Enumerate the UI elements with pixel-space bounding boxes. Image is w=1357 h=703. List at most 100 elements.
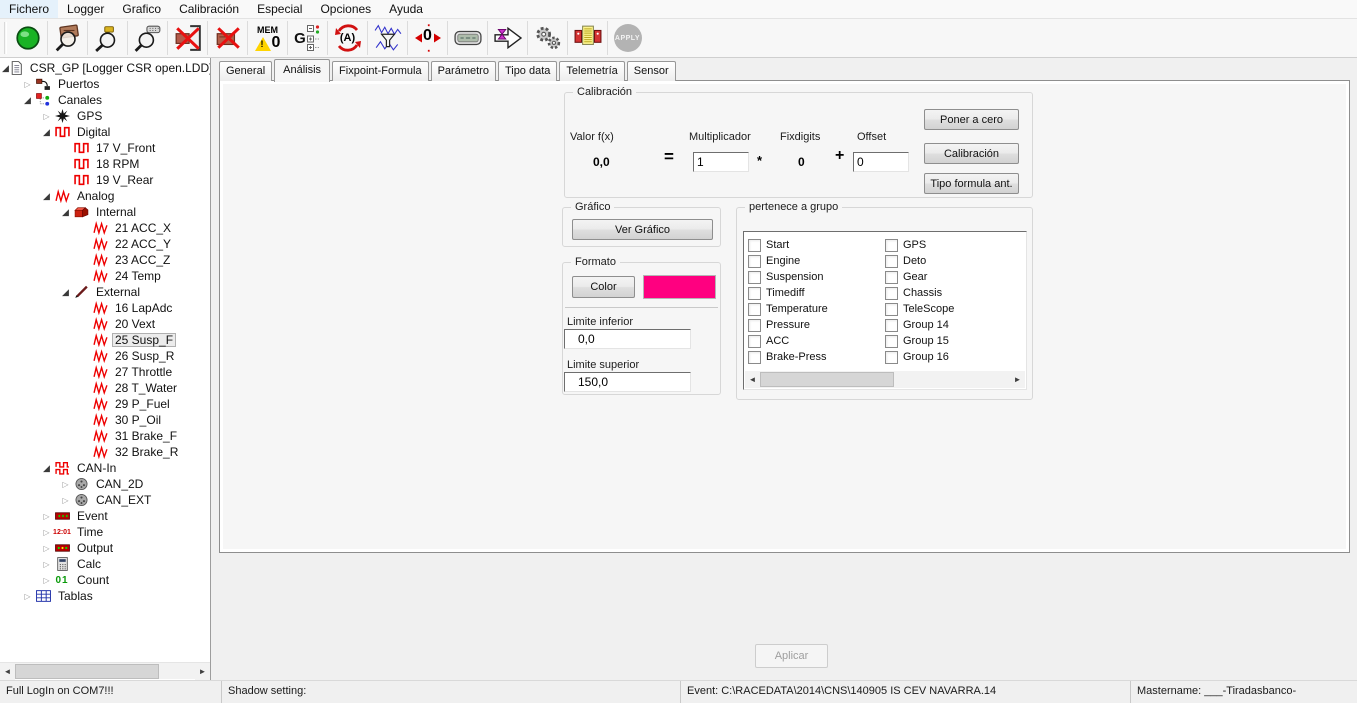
tree-item[interactable]: GPS — [0, 108, 210, 124]
scroll-right-arrow[interactable]: ► — [1010, 371, 1025, 388]
tree-item[interactable]: Calc — [0, 556, 210, 572]
scroll-thumb[interactable] — [15, 664, 159, 679]
menu-item[interactable]: Opciones — [311, 0, 380, 18]
search-settings-button[interactable] — [89, 20, 126, 56]
color-button[interactable]: Color — [572, 276, 635, 298]
checkbox[interactable] — [748, 287, 761, 300]
tree-expander[interactable] — [40, 460, 53, 476]
tree-item[interactable]: Internal — [0, 204, 210, 220]
tree-expander[interactable] — [40, 108, 53, 125]
connect-led-button[interactable] — [9, 20, 46, 56]
checkbox[interactable] — [748, 319, 761, 332]
menu-item[interactable]: Ayuda — [380, 0, 432, 18]
tree-item[interactable]: CAN_2D — [0, 476, 210, 492]
tree-item[interactable]: 24 Temp — [0, 268, 210, 284]
tree-expander[interactable] — [40, 556, 53, 573]
tree-item[interactable]: 21 ACC_X — [0, 220, 210, 236]
tree-item[interactable]: Digital — [0, 124, 210, 140]
menu-item[interactable]: Fichero — [0, 0, 58, 18]
tree-item[interactable]: Analog — [0, 188, 210, 204]
tree-expander[interactable] — [21, 92, 34, 108]
disconnect-logger-button[interactable] — [169, 20, 206, 56]
menu-item[interactable]: Calibración — [170, 0, 248, 18]
filter-signals-button[interactable] — [369, 20, 406, 56]
tree-item[interactable]: 20 Vext — [0, 316, 210, 332]
tree-expander[interactable] — [2, 60, 9, 76]
tree-item[interactable]: 01 Count — [0, 572, 210, 588]
checkbox[interactable] — [885, 335, 898, 348]
limite-inferior-input[interactable] — [564, 329, 691, 349]
checkbox[interactable] — [748, 239, 761, 252]
limite-superior-input[interactable] — [564, 372, 691, 392]
checkbox[interactable] — [885, 351, 898, 364]
group-checkbox-row[interactable]: Group 14 — [885, 317, 954, 333]
tree-expander[interactable] — [40, 508, 53, 525]
tree-item[interactable]: 26 Susp_R — [0, 348, 210, 364]
checkbox[interactable] — [748, 271, 761, 284]
tree-expander[interactable] — [40, 540, 53, 557]
checkbox[interactable] — [748, 335, 761, 348]
tab[interactable]: Sensor — [627, 61, 676, 81]
group-checkbox-row[interactable]: ACC — [748, 333, 828, 349]
group-checkbox-row[interactable]: Group 16 — [885, 349, 954, 365]
aplicar-button[interactable]: Aplicar — [755, 644, 828, 668]
delete-logger-button[interactable] — [209, 20, 246, 56]
group-checkbox-row[interactable]: Deto — [885, 253, 954, 269]
set-zero-button[interactable]: 0 — [409, 20, 446, 56]
tree-item[interactable]: 19 V_Rear — [0, 172, 210, 188]
group-checkbox-row[interactable]: Engine — [748, 253, 828, 269]
tree-item[interactable]: 25 Susp_F — [0, 332, 210, 348]
tree-item[interactable]: CAN-In — [0, 460, 210, 476]
checkbox[interactable] — [748, 255, 761, 268]
tree-item[interactable]: Tablas — [0, 588, 210, 604]
checkbox[interactable] — [885, 239, 898, 252]
group-checkbox-row[interactable]: Chassis — [885, 285, 954, 301]
tab[interactable]: General — [219, 61, 272, 81]
checkbox[interactable] — [885, 319, 898, 332]
tree-horizontal-scrollbar[interactable]: ◄ ► — [0, 662, 210, 679]
tree-item[interactable]: 18 RPM — [0, 156, 210, 172]
tree-item[interactable]: 28 T_Water — [0, 380, 210, 396]
calibracion-button[interactable]: Calibración — [924, 143, 1019, 164]
tree-item[interactable]: CAN_EXT — [0, 492, 210, 508]
logger-report-button[interactable] — [569, 20, 606, 56]
tab[interactable]: Fixpoint-Formula — [332, 61, 429, 81]
scroll-thumb[interactable] — [760, 372, 894, 387]
multiplicador-input[interactable] — [693, 152, 749, 172]
tree-item[interactable]: External — [0, 284, 210, 300]
tree-expander[interactable] — [59, 284, 72, 300]
group-list-scrollbar[interactable]: ◄ ► — [745, 371, 1025, 388]
offset-input[interactable] — [853, 152, 909, 172]
tree-expander[interactable] — [59, 476, 72, 493]
tab[interactable]: Tipo data — [498, 61, 557, 81]
tree-expander[interactable] — [40, 572, 53, 589]
menu-item[interactable]: Logger — [58, 0, 113, 18]
tree-item[interactable]: Event — [0, 508, 210, 524]
clear-memory-button[interactable]: MEM ! 0 — [249, 20, 286, 56]
tree-item[interactable]: 12:01 Time — [0, 524, 210, 540]
history-button[interactable] — [489, 20, 526, 56]
ver-grafico-button[interactable]: Ver Gráfico — [572, 219, 713, 240]
tree-expander[interactable] — [40, 124, 53, 140]
group-checkbox-row[interactable]: GPS — [885, 237, 954, 253]
dashboard-button[interactable] — [449, 20, 486, 56]
search-device-button[interactable] — [129, 20, 166, 56]
settings-gears-button[interactable] — [529, 20, 566, 56]
tree-item[interactable]: 17 V_Front — [0, 140, 210, 156]
group-checkbox-row[interactable]: Temperature — [748, 301, 828, 317]
tab[interactable]: Análisis — [274, 59, 330, 82]
checkbox[interactable] — [885, 303, 898, 316]
tree-expander[interactable] — [21, 588, 34, 605]
checkbox[interactable] — [885, 271, 898, 284]
search-logger-button[interactable] — [49, 20, 86, 56]
tree-item[interactable]: Canales — [0, 92, 210, 108]
poner-a-cero-button[interactable]: Poner a cero — [924, 109, 1019, 130]
apply-button-toolbar[interactable]: APPLY — [609, 20, 646, 56]
tree-expander[interactable] — [40, 188, 53, 204]
group-checkbox-row[interactable]: Suspension — [748, 269, 828, 285]
group-checkbox-row[interactable]: Pressure — [748, 317, 828, 333]
checkbox[interactable] — [748, 351, 761, 364]
tree-item[interactable]: 27 Throttle — [0, 364, 210, 380]
scroll-left-arrow[interactable]: ◄ — [0, 663, 15, 680]
tab[interactable]: Parámetro — [431, 61, 496, 81]
